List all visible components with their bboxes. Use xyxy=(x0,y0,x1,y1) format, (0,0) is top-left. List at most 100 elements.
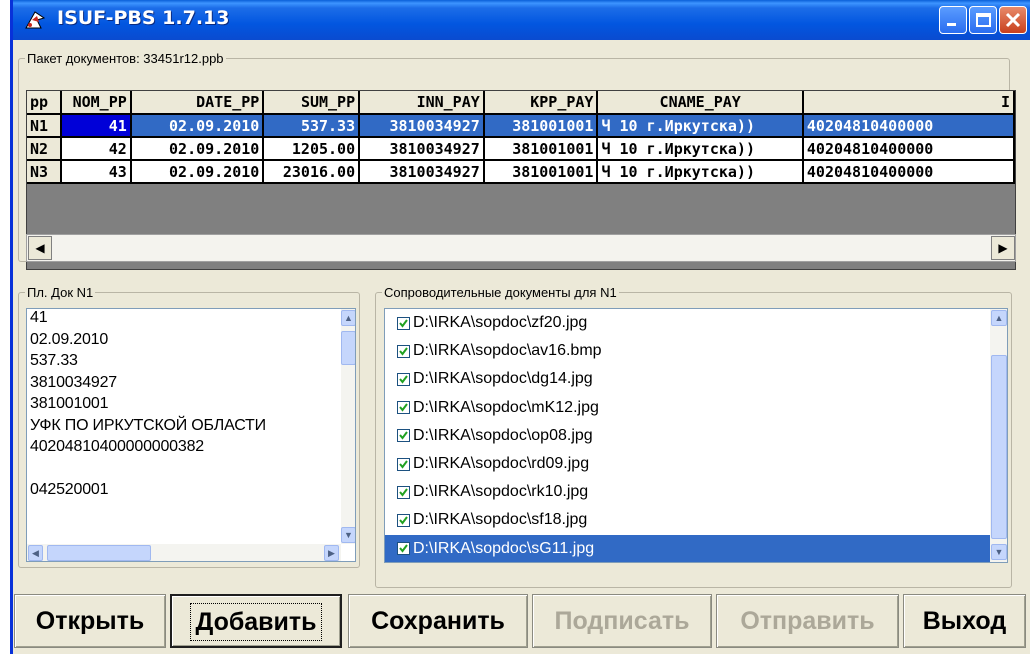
checkmark-icon xyxy=(399,375,408,384)
send-button[interactable]: Отправить xyxy=(716,594,899,648)
checkbox[interactable] xyxy=(397,344,410,358)
scroll-thumb[interactable] xyxy=(47,545,151,561)
open-button[interactable]: Открыть xyxy=(14,594,166,648)
maximize-button[interactable] xyxy=(969,6,997,34)
checkbox[interactable] xyxy=(397,401,410,415)
table-cell[interactable]: 381001001 xyxy=(483,160,599,184)
attachments-vertical-scrollbar[interactable]: ▲ ▼ xyxy=(990,309,1007,562)
memo-vertical-scrollbar[interactable]: ▲ ▼ xyxy=(341,309,355,544)
table-cell[interactable]: 3810034927 xyxy=(359,160,485,184)
scroll-down-button[interactable]: ▼ xyxy=(991,544,1007,560)
list-item[interactable]: D:\IRKA\sopdoc\av16.bmp xyxy=(385,337,1007,365)
column-header[interactable]: CNAME_PAY xyxy=(597,91,804,115)
chevron-up-icon: ▲ xyxy=(344,313,353,323)
table-row[interactable]: N1 41 02.09.2010 537.33 3810034927 38100… xyxy=(27,114,1016,138)
table-row[interactable]: N2 42 02.09.2010 1205.00 3810034927 3810… xyxy=(27,137,1016,161)
table-cell[interactable]: 381001001 xyxy=(483,137,599,161)
checkbox[interactable] xyxy=(397,372,410,386)
checkmark-icon xyxy=(399,347,408,356)
checkbox[interactable] xyxy=(397,542,410,556)
checkbox[interactable] xyxy=(397,485,410,499)
list-item-label: D:\IRKA\sopdoc\rd09.jpg xyxy=(413,455,590,473)
scroll-up-button[interactable]: ▲ xyxy=(991,310,1007,326)
save-button[interactable]: Сохранить xyxy=(348,594,528,648)
list-item[interactable]: D:\IRKA\sopdoc\op08.jpg xyxy=(385,422,1007,450)
list-item[interactable]: D:\IRKA\sopdoc\sf18.jpg xyxy=(385,506,1007,534)
table-cell[interactable]: 537.33 xyxy=(263,114,361,138)
list-item[interactable]: D:\IRKA\sopdoc\rk10.jpg xyxy=(385,478,1007,506)
checkbox[interactable] xyxy=(397,513,410,527)
table-cell[interactable]: Ч 10 г.Иркутска)) xyxy=(597,160,804,184)
column-header[interactable]: KPP_PAY xyxy=(483,91,599,115)
minimize-button[interactable] xyxy=(939,6,967,34)
column-header[interactable]: SUM_PP xyxy=(263,91,361,115)
scroll-thumb[interactable] xyxy=(341,331,355,365)
sign-button[interactable]: Подписать xyxy=(532,594,712,648)
table-cell[interactable]: 3810034927 xyxy=(359,114,485,138)
table-cell[interactable]: 40204810400000 xyxy=(802,137,1016,161)
grid-horizontal-scrollbar[interactable]: ◀ ▶ xyxy=(26,234,1016,262)
column-header[interactable]: pp xyxy=(27,91,62,115)
memo-line: 41 xyxy=(30,309,48,326)
memo-line: УФК ПО ИРКУТСКОЙ ОБЛАСТИ xyxy=(30,416,266,434)
column-header[interactable]: NOM_PP xyxy=(60,91,132,115)
arrow-left-icon: ◀ xyxy=(35,241,45,255)
checkbox[interactable] xyxy=(397,429,410,443)
scroll-down-button[interactable]: ▼ xyxy=(341,527,355,543)
scroll-left-button[interactable]: ◀ xyxy=(28,545,43,561)
list-item[interactable]: D:\IRKA\sopdoc\mK12.jpg xyxy=(385,394,1007,422)
table-cell[interactable]: 02.09.2010 xyxy=(130,160,265,184)
column-header[interactable]: DATE_PP xyxy=(130,91,265,115)
table-cell[interactable]: Ч 10 г.Иркутска)) xyxy=(597,137,804,161)
scroll-right-button[interactable]: ▶ xyxy=(324,545,339,561)
table-cell[interactable]: 41 xyxy=(60,114,132,138)
chevron-down-icon: ▼ xyxy=(344,530,353,540)
list-item-label: D:\IRKA\sopdoc\rk10.jpg xyxy=(413,483,589,501)
table-cell[interactable]: 02.09.2010 xyxy=(130,114,265,138)
table-cell[interactable]: 23016.00 xyxy=(263,160,361,184)
table-cell[interactable]: 40204810400000 xyxy=(802,114,1016,138)
checkmark-icon xyxy=(399,544,408,553)
close-button[interactable] xyxy=(999,6,1027,34)
list-item[interactable]: D:\IRKA\sopdoc\rd09.jpg xyxy=(385,450,1007,478)
scroll-left-button[interactable]: ◀ xyxy=(28,236,52,260)
row-header[interactable]: N3 xyxy=(27,160,62,184)
minimize-icon xyxy=(947,23,956,26)
add-button[interactable]: Добавить xyxy=(170,594,342,648)
payment-doc-label: Пл. Док N1 xyxy=(27,285,94,300)
memo-line: 381001001 xyxy=(30,395,109,412)
column-header[interactable]: I xyxy=(802,91,1016,115)
list-item-label: D:\IRKA\sopdoc\zf20.jpg xyxy=(413,314,588,332)
table-cell[interactable]: 1205.00 xyxy=(263,137,361,161)
title-bar[interactable]: ISUF-PBS 1.7.13 xyxy=(13,0,1030,40)
scroll-right-button[interactable]: ▶ xyxy=(991,236,1015,260)
attachments-list[interactable]: D:\IRKA\sopdoc\zf20.jpg D:\IRKA\sopdoc\a… xyxy=(384,308,1008,563)
list-item-label: D:\IRKA\sopdoc\op08.jpg xyxy=(413,426,593,444)
table-cell[interactable]: 42 xyxy=(60,137,132,161)
checkbox[interactable] xyxy=(397,316,410,330)
attachments-label: Сопроводительные документы для N1 xyxy=(384,285,617,300)
close-icon xyxy=(1005,12,1021,28)
row-header[interactable]: N2 xyxy=(27,137,62,161)
memo-horizontal-scrollbar[interactable]: ◀ ▶ xyxy=(27,544,341,561)
scroll-thumb[interactable] xyxy=(991,355,1007,539)
payment-doc-memo[interactable]: 41 02.09.2010 537.33 3810034927 38100100… xyxy=(26,308,356,562)
table-cell[interactable]: Ч 10 г.Иркутска)) xyxy=(597,114,804,138)
table-cell[interactable]: 02.09.2010 xyxy=(130,137,265,161)
table-row[interactable]: N3 43 02.09.2010 23016.00 3810034927 381… xyxy=(27,160,1016,184)
row-header[interactable]: N1 xyxy=(27,114,62,138)
list-item[interactable]: D:\IRKA\sopdoc\zf20.jpg xyxy=(385,309,1007,337)
list-item-selected[interactable]: D:\IRKA\sopdoc\sG11.jpg xyxy=(385,534,990,562)
table-cell[interactable]: 381001001 xyxy=(483,114,599,138)
exit-button[interactable]: Выход xyxy=(903,594,1026,648)
arrow-right-icon: ▶ xyxy=(998,241,1008,255)
checkbox[interactable] xyxy=(397,457,410,471)
table-cell[interactable]: 3810034927 xyxy=(359,137,485,161)
checkmark-icon xyxy=(399,318,408,328)
scroll-up-button[interactable]: ▲ xyxy=(341,310,355,326)
table-cell[interactable]: 43 xyxy=(60,160,132,184)
list-item[interactable]: D:\IRKA\sopdoc\dg14.jpg xyxy=(385,365,1007,393)
chevron-down-icon: ▼ xyxy=(994,547,1004,557)
table-cell[interactable]: 40204810400000 xyxy=(802,160,1016,184)
column-header[interactable]: INN_PAY xyxy=(359,91,485,115)
